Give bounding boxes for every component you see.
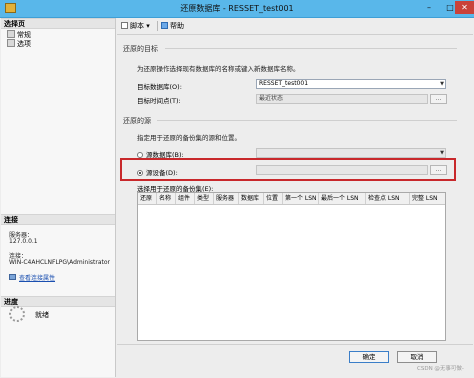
script-label: 脚本 [130,22,144,30]
close-button[interactable]: ✕ [455,1,474,14]
backup-sets-grid[interactable]: 还原 名称 组件 类型 服务器 数据库 位置 第一个 LSN 最后一个 LSN … [137,192,446,341]
section-divider [157,120,457,121]
column-header-full-lsn[interactable]: 完整 LSN [410,193,445,204]
target-database-value: RESSET_test001 [259,80,309,87]
column-header-checkpoint-lsn[interactable]: 检查点 LSN [366,193,410,204]
toolbar: 脚本 ▾ 帮助 [117,18,473,35]
watermark: CSDN @无事可做- [417,366,464,372]
column-header-position[interactable]: 位置 [264,193,283,204]
highlight-box [120,158,456,181]
connection-value: WIN-C4AHCLNFLPG\Administrator [9,259,110,266]
restore-database-window: 还原数据库 - RESSET_test001 – □ ✕ 选择页 常规 选项 连… [0,0,474,378]
minimize-button[interactable]: – [418,1,440,14]
page-icon [7,39,15,47]
toolbar-separator [157,21,158,31]
script-button[interactable]: 脚本 ▾ [121,21,150,31]
chevron-down-icon: ▼ [440,81,444,87]
from-database-combo: ▼ [256,148,446,158]
target-time-value: 最近状态 [259,95,284,102]
help-button[interactable]: 帮助 [161,21,184,31]
column-header-name[interactable]: 名称 [157,193,176,204]
target-time-label: 目标时间点(T): [137,97,181,105]
target-database-combo[interactable]: RESSET_test001 ▼ [256,79,446,89]
column-header-server[interactable]: 服务器 [214,193,239,204]
view-connection-properties-link[interactable]: 查看连接属性 [19,273,55,282]
ok-button[interactable]: 确定 [349,351,389,363]
sidebar-item-label: 常规 [17,31,31,39]
section-divider [165,48,457,49]
chevron-down-icon: ▾ [146,22,150,30]
server-value: 127.0.0.1 [9,238,38,245]
column-header-last-lsn[interactable]: 最后一个 LSN [319,193,366,204]
restore-source-section-title: 还原的源 [123,117,151,125]
column-header-type[interactable]: 类型 [195,193,214,204]
main-panel: 脚本 ▾ 帮助 还原的目标 为还原操作选择现有数据库的名称或键入新数据库名称。 … [117,18,473,377]
page-icon [7,30,15,38]
column-header-restore[interactable]: 还原 [138,193,157,204]
restore-target-description: 为还原操作选择现有数据库的名称或键入新数据库名称。 [137,65,300,73]
target-time-field: 最近状态 [256,94,428,104]
window-title: 还原数据库 - RESSET_test001 [180,4,294,13]
sidebar-item-options[interactable]: 选项 [7,39,31,48]
title-bar[interactable]: 还原数据库 - RESSET_test001 – □ ✕ [0,0,474,18]
restore-source-description: 指定用于还原的备份集的源和位置。 [137,134,241,142]
cancel-button[interactable]: 取消 [397,351,437,363]
restore-target-section-title: 还原的目标 [123,45,158,53]
help-label: 帮助 [170,22,184,30]
chevron-down-icon: ▼ [440,150,444,156]
backup-sets-grid-header: 还原 名称 组件 类型 服务器 数据库 位置 第一个 LSN 最后一个 LSN … [138,193,445,205]
sidebar: 选择页 常规 选项 连接 服务器： 127.0.0.1 连接： WIN-C4AH… [1,18,116,377]
sidebar-item-label: 选项 [17,40,31,48]
connection-header: 连接 [1,214,115,225]
script-icon [121,22,128,29]
column-header-first-lsn[interactable]: 第一个 LSN [283,193,319,204]
target-database-label: 目标数据库(O): [137,83,182,91]
progress-status: 就绪 [35,311,49,319]
select-page-header: 选择页 [1,18,115,29]
help-icon [161,22,168,29]
target-time-browse-button[interactable]: ... [430,94,447,104]
column-header-database[interactable]: 数据库 [239,193,264,204]
progress-spinner-icon [9,306,25,322]
connection-properties-icon [9,274,16,280]
sidebar-item-general[interactable]: 常规 [7,30,31,39]
footer-divider [117,344,473,345]
column-header-component[interactable]: 组件 [176,193,195,204]
